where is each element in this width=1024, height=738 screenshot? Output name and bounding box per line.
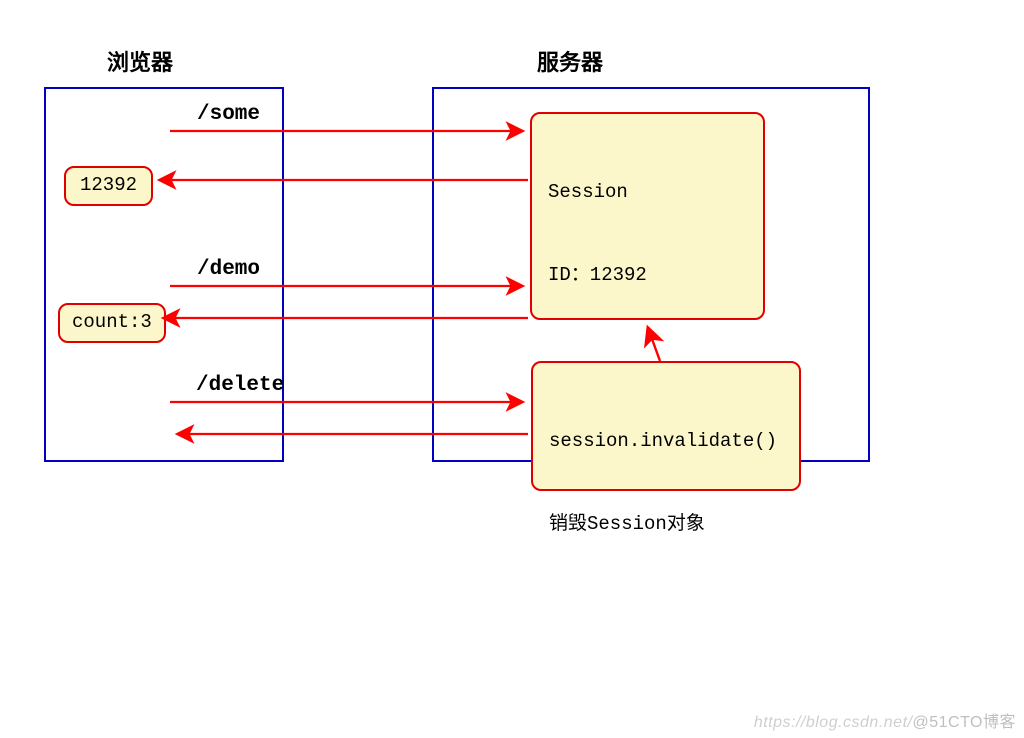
watermark: https://blog.csdn.net/@51CTO博客 <box>754 708 1016 732</box>
invalidate-line-1: session.invalidate() <box>549 428 783 456</box>
browser-session-id-pill: 12392 <box>64 166 153 206</box>
diagram-stage: 浏览器 服务器 Session ID：12392 count:3... sess… <box>0 0 1024 738</box>
browser-title: 浏览器 <box>80 45 200 77</box>
flow-label-some: /some <box>197 103 260 126</box>
session-line-2: ID：12392 <box>548 262 747 290</box>
watermark-site: https://blog.csdn.net/ <box>754 714 913 731</box>
session-line-1: Session <box>548 179 747 207</box>
flow-label-delete: /delete <box>196 374 284 397</box>
watermark-tag: @51CTO博客 <box>912 714 1016 731</box>
flow-label-demo: /demo <box>197 258 260 281</box>
browser-count-pill: count:3 <box>58 303 166 343</box>
session-data-box: Session ID：12392 count:3... <box>530 112 765 320</box>
server-title: 服务器 <box>510 45 630 77</box>
invalidate-line-2: 销毁Session对象 <box>549 511 783 539</box>
invalidate-box: session.invalidate() 销毁Session对象 <box>531 361 801 491</box>
